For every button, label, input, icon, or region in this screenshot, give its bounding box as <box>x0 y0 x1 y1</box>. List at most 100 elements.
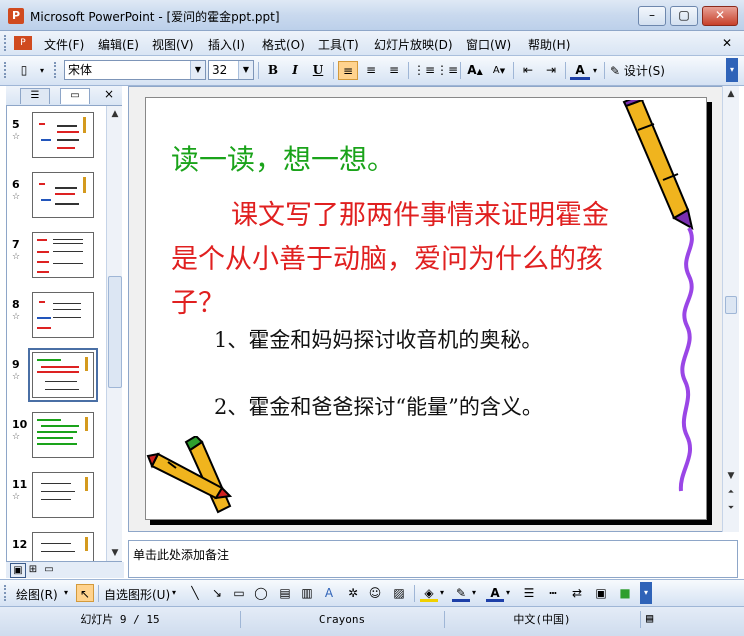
bold-button[interactable]: B <box>263 61 283 80</box>
chevron-down-icon[interactable]: ▼ <box>190 61 205 79</box>
decrease-indent-icon[interactable]: ⇤ <box>518 61 538 80</box>
dash-style-icon[interactable]: ┅ <box>544 584 562 602</box>
numbered-list-icon[interactable]: ⋮≡ <box>413 61 435 80</box>
slide-question-text[interactable]: 课文写了那两件事情来证明霍金是个从小善于动脑，爱问为什么的孩子？ <box>171 194 621 326</box>
slide-heading[interactable]: 读一读，想一想。 <box>171 138 395 178</box>
slide-thumbnail-11[interactable] <box>32 472 94 518</box>
draw-menu-button[interactable]: 绘图(R) <box>16 586 58 603</box>
picture-icon[interactable]: ▨ <box>390 584 408 602</box>
shadow-style-icon[interactable]: ▣ <box>592 584 610 602</box>
grip-icon[interactable] <box>4 62 9 78</box>
chevron-down-icon[interactable]: ▾ <box>506 588 510 597</box>
font-color-icon[interactable]: A <box>486 584 504 602</box>
menu-view[interactable]: 视图(V) <box>152 36 194 53</box>
bulleted-list-icon[interactable]: ⋮≡ <box>436 61 458 80</box>
arrow-icon[interactable]: ↘ <box>208 584 226 602</box>
grip-icon[interactable] <box>54 62 59 78</box>
align-left-icon[interactable]: ≡ <box>338 61 358 80</box>
slide-thumbnail-9[interactable] <box>28 348 98 402</box>
vertical-text-box-icon[interactable]: ▥ <box>298 584 316 602</box>
menu-help[interactable]: 帮助(H) <box>528 36 570 53</box>
slides-tab-icon[interactable]: ▭ <box>60 88 90 104</box>
slide-thumbnail-10[interactable] <box>32 412 94 458</box>
menu-tools[interactable]: 工具(T) <box>318 36 359 53</box>
maximize-button[interactable]: ▢ <box>670 6 698 26</box>
slide-thumbnail-7[interactable] <box>32 232 94 278</box>
slide-scrollbar[interactable]: ▲ ▼ ⏶ ⏷ <box>722 86 739 532</box>
align-right-icon[interactable]: ≡ <box>384 61 404 80</box>
increase-font-size-icon[interactable]: A▲ <box>465 61 485 80</box>
scrollbar-thumb[interactable] <box>725 296 737 314</box>
oval-icon[interactable]: ◯ <box>252 584 270 602</box>
font-name-combo[interactable]: 宋体 ▼ <box>64 60 206 80</box>
select-pointer-icon[interactable]: ↖ <box>76 584 94 602</box>
fill-color-icon[interactable]: ◈ <box>420 584 438 602</box>
notes-placeholder[interactable]: 单击此处添加备注 <box>133 546 229 563</box>
font-color-icon[interactable]: A <box>570 61 590 80</box>
slide-sorter-view-icon[interactable]: ⊞ <box>26 563 40 576</box>
chevron-down-icon[interactable]: ▾ <box>472 588 476 597</box>
menu-format[interactable]: 格式(O) <box>262 36 305 53</box>
spelling-check-icon[interactable]: ▤ <box>646 611 653 625</box>
line-style-icon[interactable]: ☰ <box>520 584 538 602</box>
chevron-down-icon[interactable]: ▾ <box>64 588 68 597</box>
toolbar-options-icon[interactable]: ▾ <box>640 582 652 604</box>
notes-pane[interactable]: 单击此处添加备注 <box>128 540 738 578</box>
scrollbar-thumb[interactable] <box>108 276 122 388</box>
font-size-combo[interactable]: 32 ▼ <box>208 60 254 80</box>
slide-thumbnail-6[interactable] <box>32 172 94 218</box>
scroll-up-icon[interactable]: ▲ <box>107 106 123 122</box>
chevron-down-icon[interactable]: ▾ <box>440 588 444 597</box>
clip-art-icon[interactable]: ☺ <box>366 584 384 602</box>
powerpoint-app-icon[interactable]: P <box>8 8 24 24</box>
normal-view-icon[interactable]: ▣ <box>10 563 26 578</box>
rectangle-icon[interactable]: ▭ <box>230 584 248 602</box>
close-pane-icon[interactable]: × <box>104 87 114 101</box>
slide-point-1[interactable]: 1、霍金和妈妈探讨收音机的奥秘。 <box>214 324 542 354</box>
diagram-icon[interactable]: ✲ <box>344 584 362 602</box>
toolbar-options-icon[interactable]: ▾ <box>726 58 738 82</box>
slide-thumbnail-8[interactable] <box>32 292 94 338</box>
decrease-font-size-icon[interactable]: A▼ <box>489 61 509 80</box>
scroll-down-icon[interactable]: ▼ <box>723 468 739 484</box>
menu-slideshow[interactable]: 幻灯片放映(D) <box>374 36 453 53</box>
italic-button[interactable]: I <box>285 61 305 80</box>
close-button[interactable]: ✕ <box>702 6 738 26</box>
design-template-name[interactable]: Crayons <box>240 611 445 628</box>
more-buttons-icon[interactable]: ▾ <box>36 61 48 80</box>
previous-slide-icon[interactable]: ⏶ <box>723 484 739 500</box>
menu-insert[interactable]: 插入(I) <box>208 36 245 53</box>
new-document-icon[interactable]: ▯ <box>14 61 34 80</box>
close-document-icon[interactable]: ✕ <box>722 36 732 50</box>
menu-edit[interactable]: 编辑(E) <box>98 36 139 53</box>
line-icon[interactable]: ╲ <box>186 584 204 602</box>
menu-file[interactable]: 文件(F) <box>44 36 84 53</box>
scroll-up-icon[interactable]: ▲ <box>723 86 739 102</box>
wordart-icon[interactable]: A <box>320 584 338 602</box>
chevron-down-icon[interactable]: ▼ <box>238 61 253 79</box>
arrow-style-icon[interactable]: ⇄ <box>568 584 586 602</box>
slideshow-view-icon[interactable]: ▭ <box>42 563 56 576</box>
slide-thumbnail-12[interactable] <box>32 532 94 561</box>
chevron-down-icon[interactable]: ▾ <box>590 61 600 80</box>
grip-icon[interactable] <box>4 585 9 601</box>
thumbnails-scrollbar[interactable]: ▲ ▼ <box>106 106 122 561</box>
increase-indent-icon[interactable]: ⇥ <box>541 61 561 80</box>
grip-icon[interactable] <box>4 35 9 51</box>
slide-thumbnail-5[interactable] <box>32 112 94 158</box>
chevron-down-icon[interactable]: ▾ <box>172 588 176 597</box>
3d-style-icon[interactable]: ■ <box>616 584 634 602</box>
outline-tab-icon[interactable]: ☰ <box>20 88 50 104</box>
underline-button[interactable]: U <box>308 61 328 80</box>
autoshapes-button[interactable]: 自选图形(U) <box>104 586 170 603</box>
slide-point-2[interactable]: 2、霍金和爸爸探讨“能量”的含义。 <box>214 391 543 421</box>
line-color-icon[interactable]: ✎ <box>452 584 470 602</box>
document-icon[interactable]: P <box>14 36 32 50</box>
minimize-button[interactable]: – <box>638 6 666 26</box>
menu-window[interactable]: 窗口(W) <box>466 36 511 53</box>
scroll-down-icon[interactable]: ▼ <box>107 545 123 561</box>
next-slide-icon[interactable]: ⏷ <box>723 500 739 516</box>
design-button[interactable]: ✎ 设计(S) <box>610 62 665 79</box>
slide-canvas[interactable]: 读一读，想一想。 课文写了那两件事情来证明霍金是个从小善于动脑，爱问为什么的孩子… <box>145 97 707 520</box>
align-center-icon[interactable]: ≡ <box>361 61 381 80</box>
